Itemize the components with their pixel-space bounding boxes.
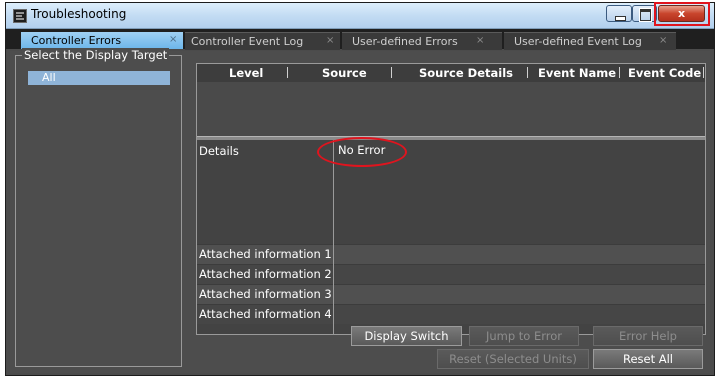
tab-close-icon[interactable]: × (169, 34, 177, 45)
attached-info-label: Attached information 3 (199, 287, 332, 301)
attached-info-row: Attached information 3 (197, 284, 705, 304)
attached-info-row: Attached information 2 (197, 264, 705, 284)
tab-label: Controller Errors (31, 34, 122, 47)
tab-label: User-defined Event Log (514, 35, 642, 48)
attached-info-label: Attached information 2 (199, 267, 332, 281)
tab-label: User-defined Errors (352, 35, 458, 48)
attached-info-row: Attached information 4 (197, 304, 705, 324)
maximize-icon (639, 8, 652, 22)
minimize-icon (615, 16, 626, 21)
app-icon (13, 9, 27, 23)
table-body[interactable] (197, 82, 705, 136)
column-separator[interactable] (287, 67, 288, 78)
tab-close-icon[interactable]: × (476, 35, 484, 46)
column-header-level[interactable]: Level (229, 66, 263, 80)
no-error-highlight-annotation (317, 137, 407, 167)
display-switch-button[interactable]: Display Switch (351, 326, 462, 346)
table-header: Level Source Source Details Event Name E… (197, 64, 705, 82)
window-title: Troubleshooting (31, 7, 127, 21)
column-separator[interactable] (391, 67, 392, 78)
error-help-button[interactable]: Error Help (593, 326, 703, 346)
details-label: Details (199, 144, 239, 158)
minimize-button[interactable] (606, 5, 632, 22)
title-bar: Troubleshooting x (6, 2, 714, 29)
reset-all-button[interactable]: Reset All (593, 349, 703, 369)
attached-info-row: Attached information 1 (197, 244, 705, 264)
tab-user-defined-event-log[interactable]: User-defined Event Log × (504, 32, 676, 50)
column-header-event-name[interactable]: Event Name (538, 66, 616, 80)
attached-info-label: Attached information 4 (199, 307, 332, 321)
column-separator[interactable] (703, 67, 704, 78)
display-target-item-all[interactable]: All (28, 71, 170, 85)
column-header-event-code[interactable]: Event Code (628, 66, 701, 80)
attached-info-label: Attached information 1 (199, 247, 332, 261)
troubleshooting-window: Troubleshooting x Controller Errors × Co… (5, 2, 715, 376)
column-divider (333, 244, 334, 324)
error-table: Level Source Source Details Event Name E… (196, 63, 706, 335)
close-highlight-annotation (654, 2, 710, 26)
jump-to-error-button[interactable]: Jump to Error (469, 326, 579, 346)
tab-close-icon[interactable]: × (326, 35, 334, 46)
tab-strip: Controller Errors × Controller Event Log… (6, 29, 714, 50)
display-target-title: Select the Display Target (22, 48, 170, 62)
reset-selected-units-button[interactable]: Reset (Selected Units) (437, 349, 589, 369)
content-area: Select the Display Target All Level Sour… (10, 48, 710, 373)
column-separator[interactable] (619, 67, 620, 78)
tab-close-icon[interactable]: × (659, 35, 667, 46)
tab-label: Controller Event Log (191, 35, 304, 48)
details-pane: Details No Error Attached information 1 … (197, 140, 705, 334)
column-separator[interactable] (527, 67, 528, 78)
column-header-source-details[interactable]: Source Details (419, 66, 513, 80)
column-header-source[interactable]: Source (322, 66, 367, 80)
tab-controller-event-log[interactable]: Controller Event Log × (185, 32, 340, 50)
tab-controller-errors[interactable]: Controller Errors × (21, 32, 183, 49)
tab-user-defined-errors[interactable]: User-defined Errors × (342, 32, 502, 50)
display-target-panel: Select the Display Target All (15, 48, 182, 367)
